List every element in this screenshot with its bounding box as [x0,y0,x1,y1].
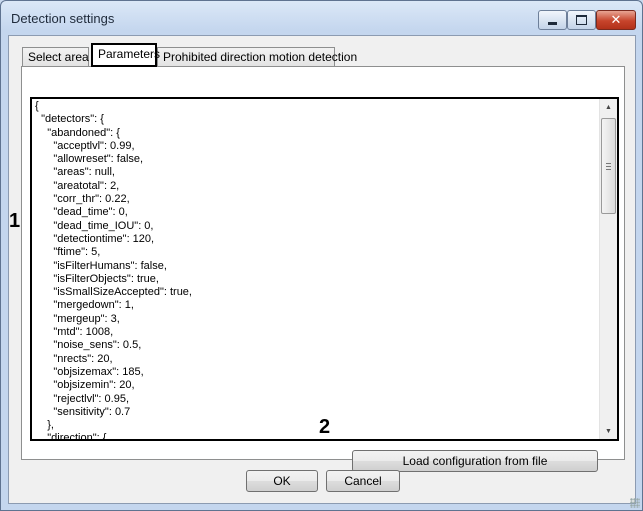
minimize-button[interactable] [538,10,567,30]
scroll-down-arrow-icon[interactable]: ▼ [600,423,617,439]
tab-prohibited-direction[interactable]: Prohibited direction motion detection [157,47,357,66]
ok-button[interactable]: OK [246,470,318,492]
json-config-editor[interactable]: { "detectors": { "abandoned": { "acceptl… [30,97,619,441]
json-config-text[interactable]: { "detectors": { "abandoned": { "acceptl… [35,100,192,439]
resize-grip-icon[interactable] [630,498,640,508]
callout-number-1: 1 [9,210,21,232]
callout-number-2: 2 [319,416,331,438]
scroll-up-arrow-icon[interactable]: ▲ [600,99,617,115]
minimize-icon [548,21,557,25]
parameters-panel: { "detectors": { "abandoned": { "acceptl… [21,66,625,472]
window-title: Detection settings [11,11,115,26]
close-icon: ✕ [610,12,622,28]
load-configuration-button[interactable]: Load configuration from file [352,450,598,472]
maximize-icon [576,15,587,25]
tab-select-area[interactable]: Select area [22,47,89,66]
editor-scrollbar[interactable]: ▲ ▼ [599,99,617,439]
grip-icon [606,162,611,170]
scrollbar-thumb[interactable] [601,118,616,214]
title-bar[interactable]: Detection settings ✕ [1,1,642,35]
tab-parameters[interactable]: Parameters [91,43,160,67]
maximize-button[interactable] [567,10,596,30]
dialog-window: Detection settings ✕ Select area Prohibi… [0,0,643,511]
cancel-button[interactable]: Cancel [326,470,400,492]
close-button[interactable]: ✕ [596,10,636,30]
